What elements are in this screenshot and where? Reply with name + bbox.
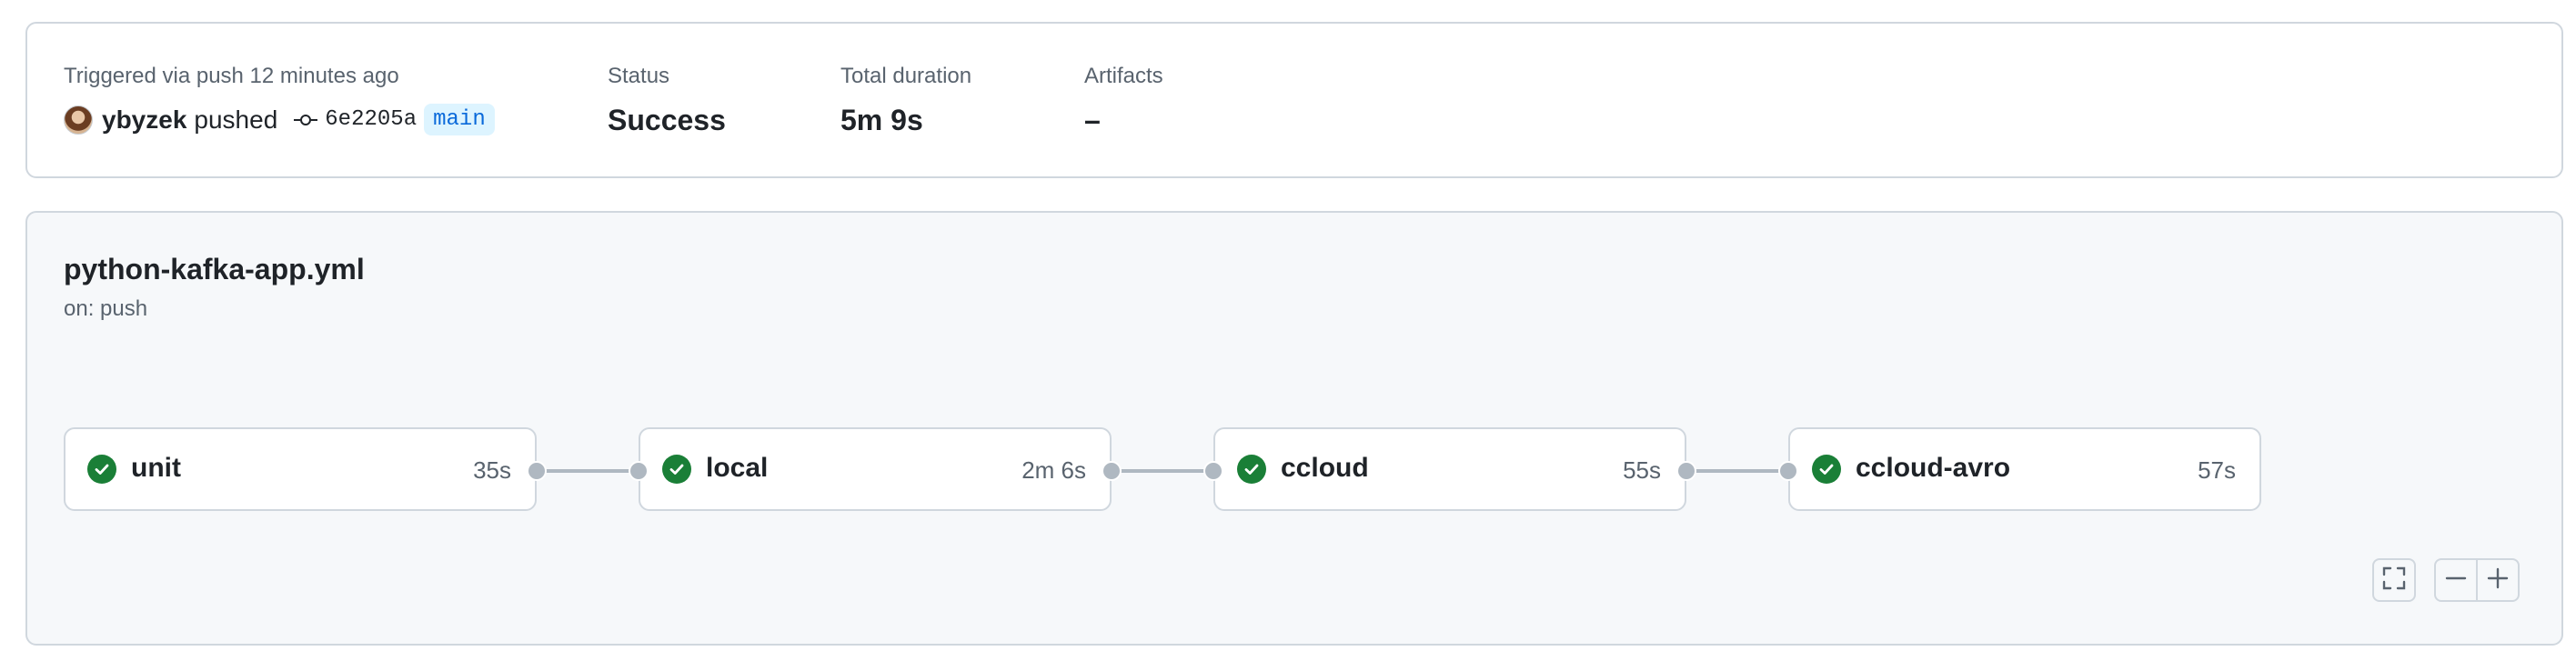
- duration-value: 5m 9s: [840, 104, 923, 136]
- job-input-port: [1203, 461, 1223, 481]
- duration-label: Total duration: [840, 64, 972, 88]
- job-connector: [1686, 469, 1788, 473]
- status-label: Status: [608, 64, 670, 88]
- job-output-port: [527, 461, 547, 481]
- job-input-port: [1778, 461, 1798, 481]
- job-connector: [1112, 469, 1213, 473]
- workflow-file-name[interactable]: python-kafka-app.yml: [64, 253, 365, 286]
- zoom-out-icon: [2444, 566, 2468, 595]
- job-name: ccloud: [1281, 453, 1369, 483]
- trigger-label: Triggered via push 12 minutes ago: [64, 64, 399, 88]
- check-circle-icon: [1812, 455, 1841, 484]
- artifacts-value: –: [1084, 104, 1101, 136]
- trigger-details: ybyzek pushed 6e2205a main: [64, 104, 495, 135]
- check-circle-icon: [87, 455, 116, 484]
- job-card-unit[interactable]: unit 35s: [64, 427, 537, 511]
- job-card-ccloud[interactable]: ccloud 55s: [1213, 427, 1686, 511]
- check-circle-icon: [1237, 455, 1266, 484]
- zoom-in-button[interactable]: [2476, 558, 2520, 602]
- fullscreen-icon: [2381, 566, 2407, 596]
- status-value: Success: [608, 104, 726, 136]
- job-duration: 55s: [1623, 456, 1661, 484]
- zoom-in-icon: [2486, 566, 2510, 595]
- zoom-out-button[interactable]: [2434, 558, 2478, 602]
- job-card-local[interactable]: local 2m 6s: [639, 427, 1112, 511]
- job-output-port: [1676, 461, 1696, 481]
- job-name: ccloud-avro: [1856, 453, 2011, 483]
- workflow-trigger: on: push: [64, 296, 148, 321]
- action-text: pushed: [194, 105, 278, 134]
- actor-link[interactable]: ybyzek: [102, 105, 186, 135]
- avatar[interactable]: [64, 105, 93, 135]
- job-name: local: [706, 453, 769, 483]
- job-duration: 2m 6s: [1021, 456, 1086, 484]
- workflow-graph: python-kafka-app.yml on: push unit 35s l…: [25, 211, 2563, 646]
- job-name: unit: [131, 453, 181, 483]
- job-card-ccloud-avro[interactable]: ccloud-avro 57s: [1788, 427, 2261, 511]
- branch-badge[interactable]: main: [424, 104, 495, 135]
- git-commit-icon: [294, 113, 318, 127]
- job-input-port: [629, 461, 649, 481]
- commit-sha-link[interactable]: 6e2205a: [325, 107, 417, 132]
- job-connector: [537, 469, 639, 473]
- artifacts-label: Artifacts: [1084, 64, 1163, 88]
- check-circle-icon: [662, 455, 691, 484]
- job-output-port: [1102, 461, 1122, 481]
- job-duration: 57s: [2198, 456, 2236, 484]
- fullscreen-button[interactable]: [2372, 558, 2416, 602]
- run-summary-card: Triggered via push 12 minutes ago ybyzek…: [25, 22, 2563, 178]
- job-duration: 35s: [473, 456, 511, 484]
